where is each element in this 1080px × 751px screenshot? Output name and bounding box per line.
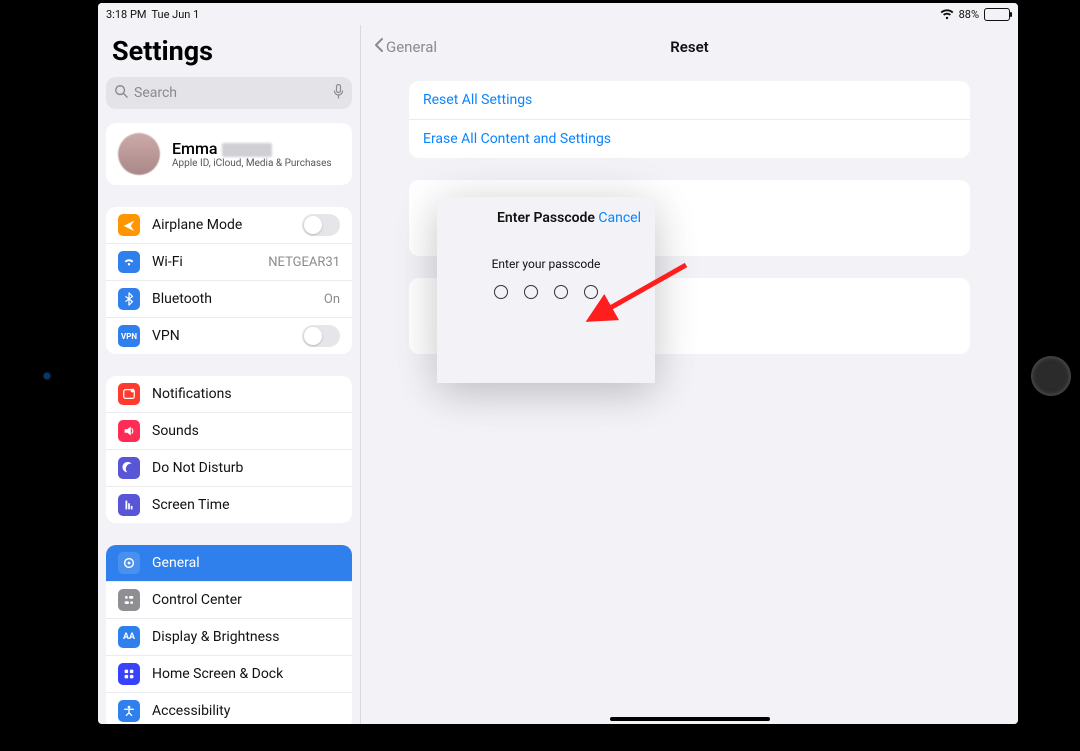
bluetooth-icon: [118, 288, 140, 310]
settings-sidebar: Settings Search Emma: [98, 25, 361, 724]
sidebar-item-label: Screen Time: [152, 497, 230, 513]
vpn-icon: VPN: [118, 325, 140, 347]
search-placeholder: Search: [134, 85, 177, 101]
home-button[interactable]: [1032, 357, 1070, 395]
battery-percent: 88%: [959, 8, 979, 21]
notifications-icon: [118, 383, 140, 405]
sidebar-item-sounds[interactable]: Sounds: [106, 412, 352, 449]
screentime-icon: [118, 494, 140, 516]
sidebar-item-vpn[interactable]: VPN VPN: [106, 317, 352, 354]
sidebar-item-homescreen[interactable]: Home Screen & Dock: [106, 655, 352, 692]
status-date: Tue Jun 1: [151, 8, 199, 21]
page-title: Settings: [112, 35, 346, 67]
wifi-icon: [118, 251, 140, 273]
sidebar-item-label: Notifications: [152, 386, 232, 402]
passcode-dot: [524, 285, 538, 299]
sidebar-item-label: Accessibility: [152, 703, 230, 719]
battery-icon: [984, 8, 1010, 21]
controlcenter-icon: [118, 589, 140, 611]
homescreen-icon: [118, 663, 140, 685]
sidebar-item-label: Sounds: [152, 423, 199, 439]
home-indicator[interactable]: [610, 717, 770, 721]
sidebar-item-airplane[interactable]: Airplane Mode: [106, 207, 352, 243]
front-camera: [43, 372, 51, 380]
sidebar-item-control-center[interactable]: Control Center: [106, 581, 352, 618]
accessibility-icon: [118, 700, 140, 722]
search-input[interactable]: Search: [106, 77, 352, 109]
display-icon: AA: [118, 626, 140, 648]
wifi-status-icon: [940, 9, 954, 20]
profile-name: Emma: [172, 139, 218, 158]
status-time: 3:18 PM: [106, 8, 146, 21]
passcode-dot: [584, 285, 598, 299]
profile-surname-redacted: [222, 143, 272, 157]
passcode-prompt: Enter your passcode: [492, 257, 601, 271]
sidebar-item-label: Airplane Mode: [152, 217, 242, 233]
sidebar-item-label: Bluetooth: [152, 291, 212, 307]
sidebar-item-general[interactable]: General: [106, 545, 352, 581]
sidebar-item-wifi[interactable]: Wi-Fi NETGEAR31: [106, 243, 352, 280]
sidebar-item-screentime[interactable]: Screen Time: [106, 486, 352, 523]
detail-pane: General Reset Reset All Settings Erase A…: [361, 25, 1018, 724]
sidebar-item-label: Home Screen & Dock: [152, 666, 283, 682]
status-bar: 3:18 PM Tue Jun 1 88%: [98, 3, 1018, 25]
passcode-dot: [494, 285, 508, 299]
vpn-toggle[interactable]: [302, 325, 340, 347]
sidebar-item-label: Do Not Disturb: [152, 460, 243, 476]
cancel-button[interactable]: Cancel: [598, 210, 641, 226]
avatar: [118, 133, 160, 175]
passcode-field[interactable]: [494, 285, 598, 299]
sidebar-item-label: Control Center: [152, 592, 242, 608]
airplane-toggle[interactable]: [302, 214, 340, 236]
general-icon: [118, 552, 140, 574]
sidebar-item-label: Wi-Fi: [152, 254, 183, 270]
airplane-icon: [118, 214, 140, 236]
sidebar-item-notifications[interactable]: Notifications: [106, 376, 352, 412]
sidebar-item-accessibility[interactable]: Accessibility: [106, 692, 352, 724]
sidebar-item-dnd[interactable]: Do Not Disturb: [106, 449, 352, 486]
apple-id-row[interactable]: Emma Apple ID, iCloud, Media & Purchases: [106, 123, 352, 185]
profile-subtitle: Apple ID, iCloud, Media & Purchases: [172, 158, 332, 169]
sidebar-item-display[interactable]: AA Display & Brightness: [106, 618, 352, 655]
sidebar-item-label: Display & Brightness: [152, 629, 280, 645]
sidebar-item-label: VPN: [152, 328, 180, 344]
passcode-dot: [554, 285, 568, 299]
sidebar-item-label: General: [152, 555, 200, 571]
passcode-sheet: Enter Passcode Cancel Enter your passcod…: [437, 197, 655, 383]
bluetooth-value: On: [324, 292, 340, 307]
wifi-value: NETGEAR31: [268, 255, 340, 270]
sidebar-item-bluetooth[interactable]: Bluetooth On: [106, 280, 352, 317]
sounds-icon: [118, 420, 140, 442]
search-icon: [114, 84, 128, 102]
dnd-icon: [118, 457, 140, 479]
dictation-icon[interactable]: [333, 84, 344, 103]
